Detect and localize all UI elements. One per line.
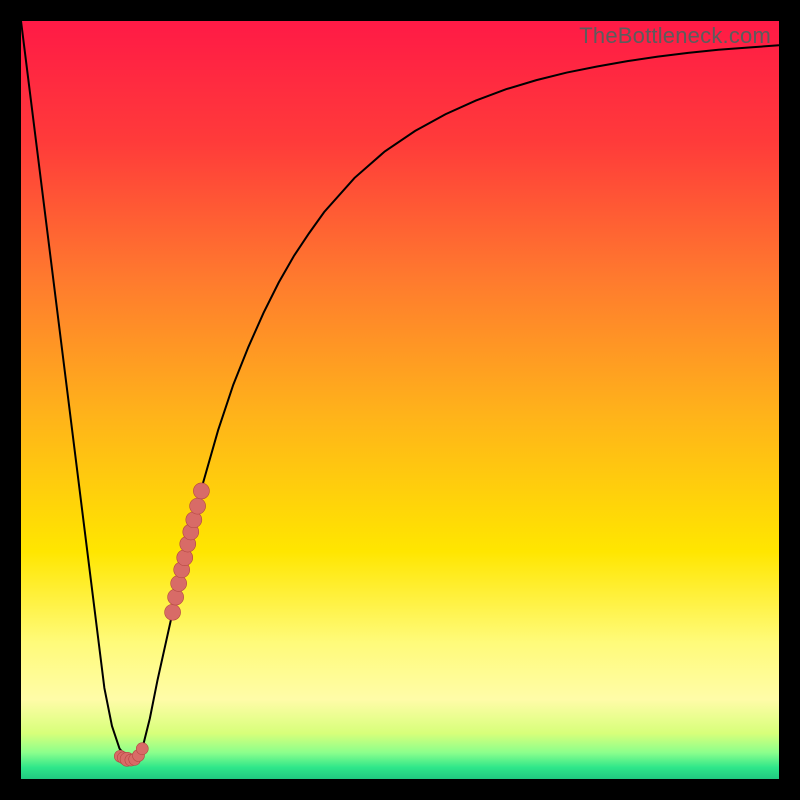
- data-point: [168, 589, 184, 605]
- data-point: [177, 550, 193, 566]
- data-point: [165, 604, 181, 620]
- data-point: [171, 575, 187, 591]
- plot-area: TheBottleneck.com: [21, 21, 779, 779]
- chart-frame: TheBottleneck.com: [0, 0, 800, 800]
- gradient-background: [21, 21, 779, 779]
- data-point: [190, 498, 206, 514]
- data-point: [136, 743, 148, 755]
- bottleneck-chart: [21, 21, 779, 779]
- data-point: [193, 483, 209, 499]
